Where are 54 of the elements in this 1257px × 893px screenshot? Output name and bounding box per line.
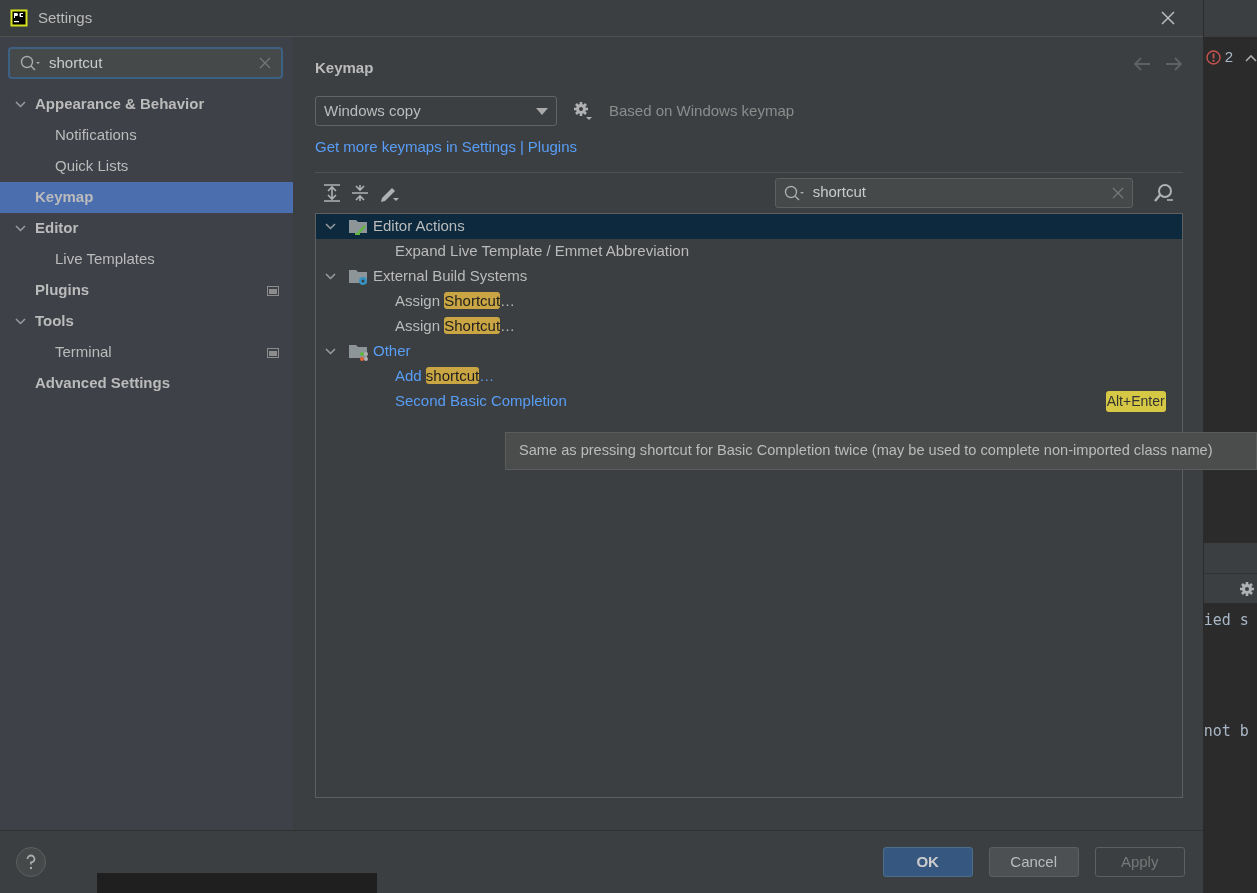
sidebar-item[interactable]: Plugins: [0, 275, 293, 306]
tree-group-row[interactable]: Editor Actions: [316, 213, 1182, 239]
code-line: ied s: [1203, 610, 1250, 631]
dropdown-arrow-icon: [536, 107, 548, 115]
keymaps-link[interactable]: Get more keymaps in Settings: [315, 136, 516, 159]
expand-all-icon[interactable]: [323, 183, 341, 202]
gear-icon[interactable]: [573, 101, 593, 121]
search-input[interactable]: shortcut: [49, 51, 251, 75]
plugins-link[interactable]: Plugins: [527, 136, 578, 159]
help-icon: [26, 854, 36, 870]
sidebar-item[interactable]: Terminal: [0, 337, 293, 368]
tree-group-row[interactable]: Other: [316, 338, 1182, 364]
app-logo-icon: [10, 9, 28, 27]
tree-group-row[interactable]: External Build Systems: [316, 263, 1182, 289]
code-line: not b: [1203, 720, 1250, 742]
close-icon[interactable]: [1160, 11, 1175, 25]
sidebar-item[interactable]: Appearance & Behavior: [0, 89, 293, 120]
help-button[interactable]: [16, 847, 46, 877]
action-label[interactable]: Assign Shortcut…: [395, 289, 516, 313]
sidebar-item[interactable]: Notifications: [0, 120, 293, 151]
sidebar-item[interactable]: Editor: [0, 213, 293, 244]
action-search-field[interactable]: shortcut: [774, 177, 1133, 208]
page-title: Keymap: [315, 58, 374, 78]
settings-search-field[interactable]: shortcut: [8, 47, 283, 79]
collapse-all-icon[interactable]: [351, 183, 369, 202]
based-on-label: Based on Windows keymap: [609, 100, 795, 121]
caret-up-icon[interactable]: [1245, 53, 1257, 62]
search-icon: [20, 55, 41, 71]
find-shortcut-icon[interactable]: [1152, 182, 1175, 203]
chevron-icon: [14, 98, 27, 111]
search-icon: [783, 184, 805, 201]
sidebar-item[interactable]: Quick Lists: [0, 151, 293, 182]
sidebar-item[interactable]: Tools: [0, 306, 293, 337]
sidebar-item[interactable]: Live Templates: [0, 244, 293, 275]
ok-button[interactable]: OK: [882, 847, 973, 877]
chevron-icon: [14, 222, 27, 235]
error-icon: [1205, 50, 1221, 65]
action-label[interactable]: Add shortcut…: [395, 364, 495, 388]
search-input[interactable]: shortcut: [812, 181, 1104, 204]
shortcut-badge: Alt+Enter: [1105, 390, 1166, 412]
chevron-icon: [14, 315, 27, 328]
cancel-button[interactable]: Cancel: [988, 847, 1079, 877]
action-label[interactable]: Expand Live Template / Emmet Abbreviation: [395, 239, 690, 263]
link-separator: |: [519, 137, 524, 157]
action-label[interactable]: Assign Shortcut…: [395, 314, 516, 338]
action-label[interactable]: Second Basic Completion: [395, 389, 567, 413]
keymap-dropdown[interactable]: Windows copy: [315, 96, 557, 126]
sidebar-item[interactable]: Advanced Settings: [0, 368, 293, 399]
window-title: Settings: [38, 7, 93, 28]
gear-icon[interactable]: [1239, 580, 1255, 597]
error-count: 2: [1224, 47, 1233, 68]
project-level-icon: [267, 347, 279, 358]
tooltip: Same as pressing shortcut for Basic Completion twice (may be used to complete non-imported class name): [505, 432, 1257, 470]
project-level-icon: [267, 285, 279, 296]
